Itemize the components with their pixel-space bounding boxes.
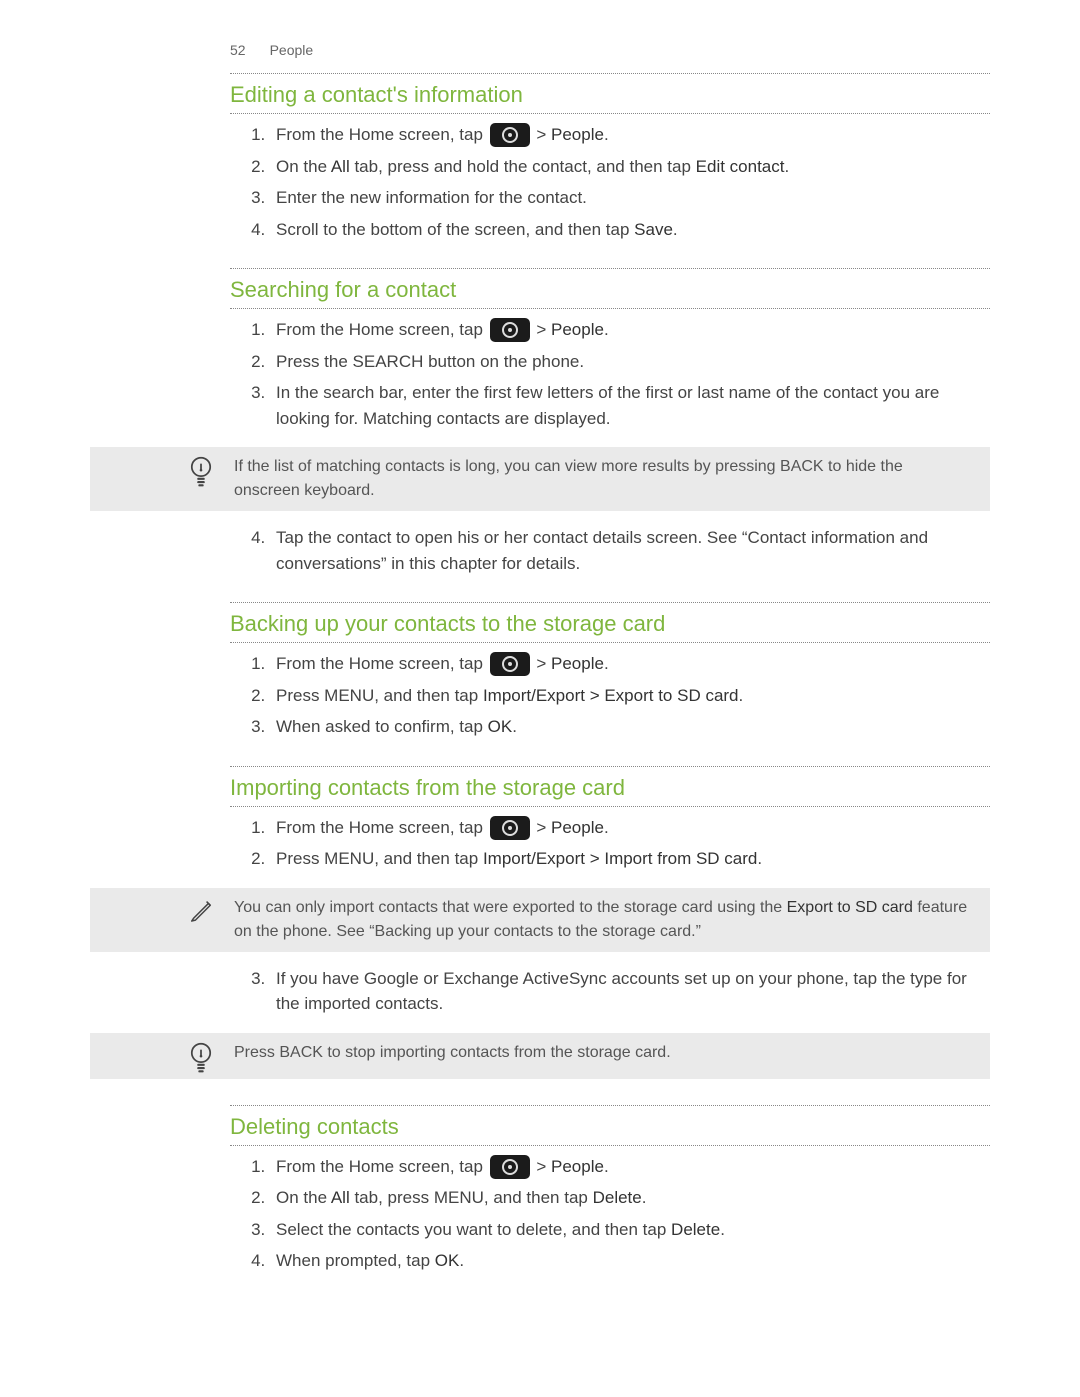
step: When asked to confirm, tap OK. bbox=[270, 714, 990, 740]
note-text: You can only import contacts that were e… bbox=[234, 896, 972, 944]
step: Press MENU, and then tap Import/Export >… bbox=[270, 683, 990, 709]
step: On the All tab, press and hold the conta… bbox=[270, 154, 990, 180]
step: Tap the contact to open his or her conta… bbox=[270, 525, 990, 576]
apps-icon bbox=[490, 1155, 530, 1179]
step: In the search bar, enter the first few l… bbox=[270, 380, 990, 431]
apps-icon bbox=[490, 123, 530, 147]
step: Select the contacts you want to delete, … bbox=[270, 1217, 990, 1243]
steps-search-contact: From the Home screen, tap > People. Pres… bbox=[230, 317, 990, 431]
apps-icon bbox=[490, 652, 530, 676]
tip-text: If the list of matching contacts is long… bbox=[234, 455, 972, 503]
step: From the Home screen, tap > People. bbox=[270, 317, 990, 343]
note-icon bbox=[188, 896, 214, 926]
page-number: 52 bbox=[230, 40, 246, 61]
section-title-edit-contact: Editing a contact's information bbox=[230, 73, 990, 114]
page-52: 52 People Editing a contact's informatio… bbox=[0, 0, 1080, 1397]
steps-edit-contact: From the Home screen, tap > People. On t… bbox=[230, 122, 990, 242]
section-title-backup: Backing up your contacts to the storage … bbox=[230, 602, 990, 643]
apps-icon bbox=[490, 318, 530, 342]
step: From the Home screen, tap > People. bbox=[270, 122, 990, 148]
tip-icon bbox=[188, 1041, 214, 1071]
step: If you have Google or Exchange ActiveSyn… bbox=[270, 966, 990, 1017]
step: From the Home screen, tap > People. bbox=[270, 815, 990, 841]
chapter-name: People bbox=[270, 40, 314, 61]
section-title-import: Importing contacts from the storage card bbox=[230, 766, 990, 807]
step: Scroll to the bottom of the screen, and … bbox=[270, 217, 990, 243]
tip-text: Press BACK to stop importing contacts fr… bbox=[234, 1041, 671, 1065]
step: From the Home screen, tap > People. bbox=[270, 1154, 990, 1180]
tip-icon bbox=[188, 455, 214, 485]
note-callout: You can only import contacts that were e… bbox=[90, 888, 990, 952]
steps-import: From the Home screen, tap > People. Pres… bbox=[230, 815, 990, 872]
section-title-delete: Deleting contacts bbox=[230, 1105, 990, 1146]
steps-backup: From the Home screen, tap > People. Pres… bbox=[230, 651, 990, 740]
tip-callout: If the list of matching contacts is long… bbox=[90, 447, 990, 511]
step: Press the SEARCH button on the phone. bbox=[270, 349, 990, 375]
apps-icon bbox=[490, 816, 530, 840]
steps-search-contact-cont: Tap the contact to open his or her conta… bbox=[230, 525, 990, 576]
section-title-search-contact: Searching for a contact bbox=[230, 268, 990, 309]
page-header: 52 People bbox=[230, 40, 990, 61]
step: Press MENU, and then tap Import/Export >… bbox=[270, 846, 990, 872]
tip-callout: Press BACK to stop importing contacts fr… bbox=[90, 1033, 990, 1079]
steps-import-cont: If you have Google or Exchange ActiveSyn… bbox=[230, 966, 990, 1017]
step: On the All tab, press MENU, and then tap… bbox=[270, 1185, 990, 1211]
steps-delete: From the Home screen, tap > People. On t… bbox=[230, 1154, 990, 1274]
step: When prompted, tap OK. bbox=[270, 1248, 990, 1274]
step: From the Home screen, tap > People. bbox=[270, 651, 990, 677]
step: Enter the new information for the contac… bbox=[270, 185, 990, 211]
